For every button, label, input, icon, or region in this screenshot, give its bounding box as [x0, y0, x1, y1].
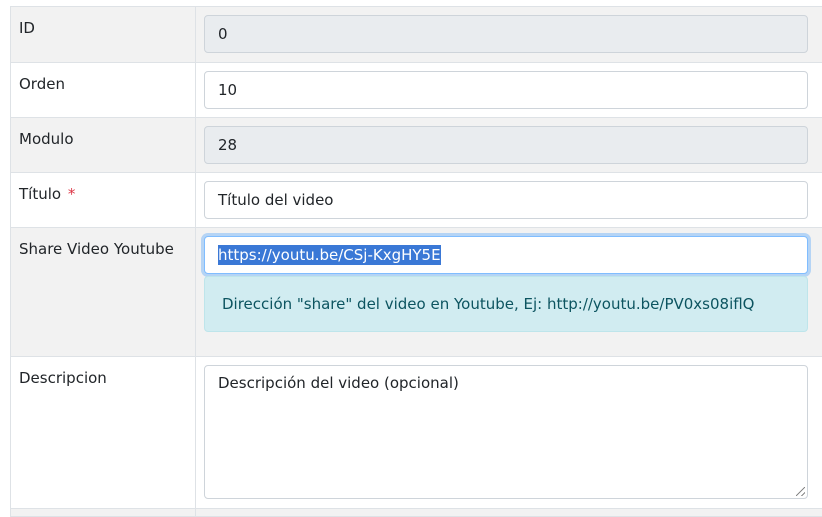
descripcion-textarea[interactable]: Descripción del video (opcional): [204, 365, 808, 499]
titulo-input[interactable]: Título del video: [204, 181, 808, 219]
form-row-orden: Orden 10: [11, 63, 822, 118]
orden-field-cell: 10: [196, 63, 822, 117]
id-field-cell: 0: [196, 7, 822, 62]
titulo-label: Título: [19, 185, 62, 203]
descripcion-placeholder: Descripción del video (opcional): [218, 374, 459, 392]
titulo-label-cell: Título *: [11, 173, 196, 227]
descripcion-label: Descripcion: [11, 357, 196, 508]
form-row-share: Share Video Youtube https://youtu.be/CSj…: [11, 228, 822, 357]
form-row-titulo: Título * Título del video: [11, 173, 822, 228]
orden-input[interactable]: 10: [204, 71, 808, 109]
modulo-label: Modulo: [11, 118, 196, 172]
form-row-modulo: Modulo 28: [11, 118, 822, 173]
share-field-cell: https://youtu.be/CSj-KxgHY5E Dirección "…: [196, 228, 822, 356]
modulo-field-cell: 28: [196, 118, 822, 172]
share-url-input[interactable]: https://youtu.be/CSj-KxgHY5E: [204, 236, 808, 274]
form-row-id: ID 0: [11, 7, 822, 63]
form-row-descripcion: Descripcion Descripción del video (opcio…: [11, 357, 822, 509]
resize-grip-icon[interactable]: [796, 487, 805, 496]
modulo-input[interactable]: 28: [204, 126, 808, 164]
descripcion-field-cell: Descripción del video (opcional): [196, 357, 822, 508]
id-input[interactable]: 0: [204, 15, 808, 53]
id-label: ID: [11, 7, 196, 62]
share-url-selected-text: https://youtu.be/CSj-KxgHY5E: [218, 245, 441, 265]
orden-label: Orden: [11, 63, 196, 117]
form-row-next: [11, 509, 822, 517]
required-marker: *: [67, 185, 76, 203]
share-label: Share Video Youtube: [11, 228, 196, 356]
video-form: ID 0 Orden 10 Modulo 28 Título * Título …: [10, 6, 822, 517]
titulo-field-cell: Título del video: [196, 173, 822, 227]
share-help-alert: Dirección "share" del video en Youtube, …: [204, 276, 808, 332]
